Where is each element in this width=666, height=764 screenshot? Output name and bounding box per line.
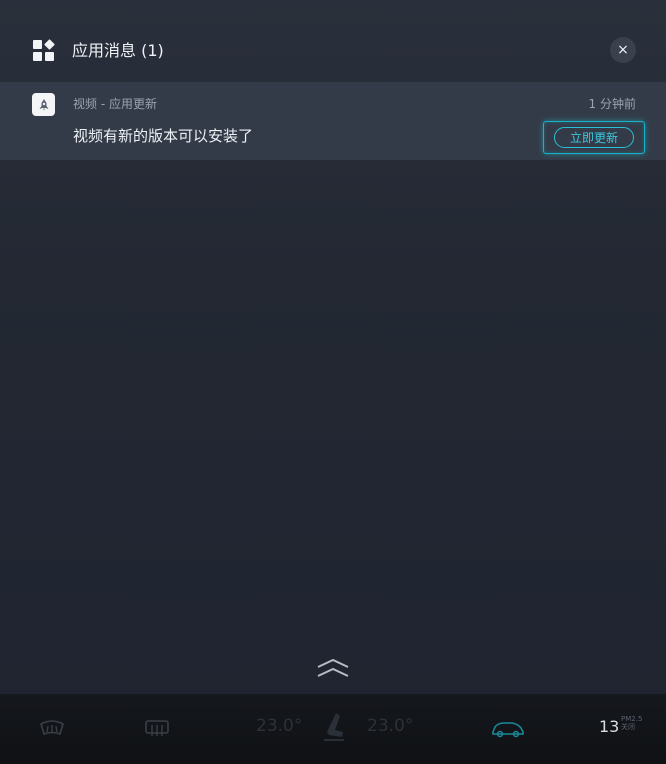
chevron-up-icon[interactable] (316, 657, 350, 679)
rear-defrost-icon[interactable] (143, 716, 171, 740)
apps-icon (33, 39, 55, 62)
aqi-value: 13 (599, 717, 620, 736)
car-icon[interactable] (490, 719, 526, 739)
notification-item[interactable]: 视频 - 应用更新 1 分钟前 视频有新的版本可以安装了 立即更新 (0, 82, 666, 160)
video-app-icon (32, 93, 55, 116)
update-now-button[interactable]: 立即更新 (543, 121, 645, 154)
panel-header: 应用消息 (1) × (0, 0, 666, 82)
page-title: 应用消息 (1) (72, 41, 164, 60)
update-now-label: 立即更新 (554, 127, 634, 148)
close-icon: × (617, 42, 629, 58)
climate-bar: 23.0° 23.0° 13 PM2.5 关闭 (0, 694, 666, 764)
left-temperature[interactable]: 23.0° (256, 716, 302, 736)
close-button[interactable]: × (610, 37, 636, 63)
notification-source: 视频 - 应用更新 (73, 97, 157, 111)
aqi-label: PM2.5 关闭 (621, 715, 643, 731)
front-defrost-icon[interactable] (38, 716, 66, 740)
notification-message: 视频有新的版本可以安装了 (73, 127, 254, 145)
notification-time: 1 分钟前 (588, 97, 636, 111)
right-temperature[interactable]: 23.0° (367, 716, 413, 736)
seat-icon[interactable] (318, 710, 348, 744)
notification-panel: 应用消息 (1) × 视频 - 应用更新 1 分钟前 视频有新的版本可以安装了 … (0, 0, 666, 694)
